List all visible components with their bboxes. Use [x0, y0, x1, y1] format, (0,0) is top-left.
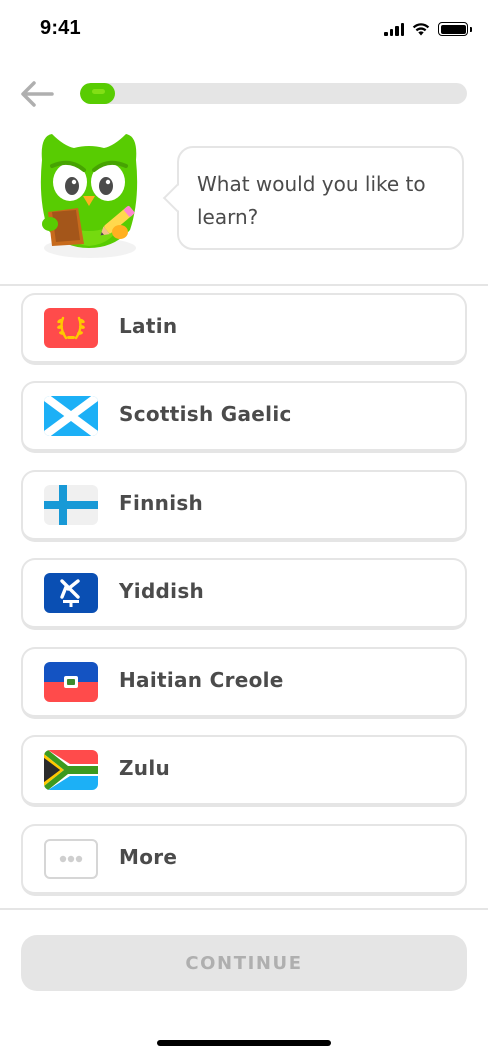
course-item-more[interactable]: More: [21, 824, 467, 896]
haiti-flag-icon: [44, 662, 98, 702]
home-indicator[interactable]: [157, 1040, 331, 1046]
course-label: Yiddish: [119, 579, 205, 603]
course-label: More: [119, 845, 178, 869]
latin-flag-icon: [44, 308, 98, 348]
course-label: Zulu: [119, 756, 171, 780]
top-divider: [0, 284, 488, 286]
signal-icon: [384, 22, 404, 36]
wifi-icon: [412, 23, 430, 36]
finland-flag-icon: [44, 485, 98, 525]
continue-label: CONTINUE: [185, 952, 303, 974]
bottom-divider: [0, 908, 488, 910]
course-item-scottish-gaelic[interactable]: Scottish Gaelic: [21, 381, 467, 453]
prompt-text: What would you like to learn?: [197, 172, 426, 229]
course-label: Finnish: [119, 491, 204, 515]
course-item-haitian-creole[interactable]: Haitian Creole: [21, 647, 467, 719]
south-africa-flag-icon: [44, 750, 98, 790]
course-label: Scottish Gaelic: [119, 402, 292, 426]
more-dots-icon: [44, 839, 98, 879]
continue-button[interactable]: CONTINUE: [21, 935, 467, 991]
progress-bar: [80, 83, 467, 104]
course-item-zulu[interactable]: Zulu: [21, 735, 467, 807]
status-icons: [384, 22, 472, 36]
progress-fill: [80, 83, 115, 104]
yiddish-flag-icon: [44, 573, 98, 613]
course-label: Haitian Creole: [119, 668, 284, 692]
course-label: Latin: [119, 314, 178, 338]
duo-owl-mascot: [34, 130, 144, 260]
course-item-finnish[interactable]: Finnish: [21, 470, 467, 542]
course-item-latin[interactable]: Latin: [21, 293, 467, 365]
speech-bubble: What would you like to learn?: [162, 146, 464, 250]
battery-icon: [438, 22, 472, 36]
status-time: 9:41: [40, 17, 81, 39]
status-bar: 9:41: [0, 0, 488, 60]
scotland-flag-icon: [44, 396, 98, 436]
arrow-left-icon: [21, 81, 54, 107]
course-item-yiddish[interactable]: Yiddish: [21, 558, 467, 630]
back-button[interactable]: [18, 78, 58, 110]
